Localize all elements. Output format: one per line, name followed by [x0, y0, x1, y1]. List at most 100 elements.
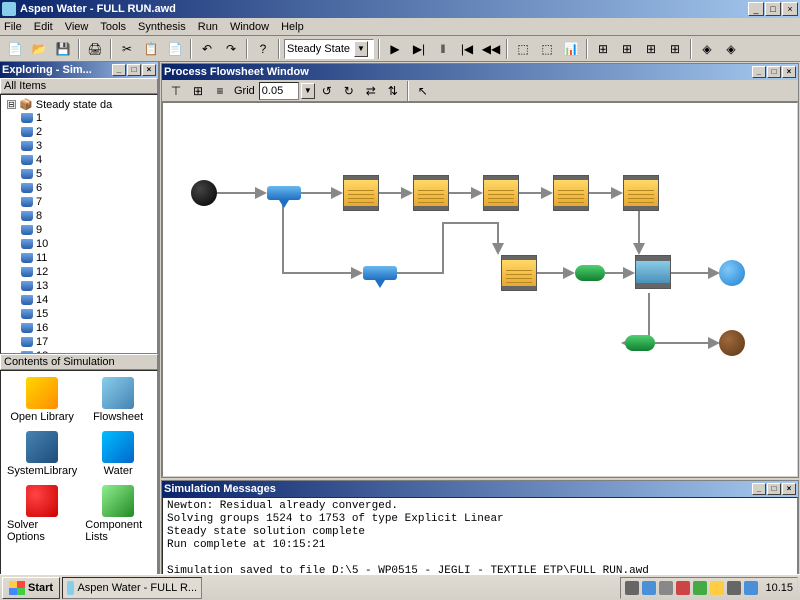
- sink-water[interactable]: [719, 260, 745, 286]
- flowsheet-close[interactable]: ×: [782, 66, 796, 78]
- fs-rotate-l[interactable]: ↺: [317, 81, 337, 101]
- menu-synthesis[interactable]: Synthesis: [138, 21, 186, 33]
- help-button[interactable]: ?: [252, 38, 274, 60]
- tray-icon[interactable]: [642, 581, 656, 595]
- fs-flip-h[interactable]: ⇄: [361, 81, 381, 101]
- paste-button[interactable]: 📄: [164, 38, 186, 60]
- contents-solver-options[interactable]: Solver Options: [5, 483, 79, 545]
- fs-grid-tool[interactable]: ⊞: [188, 81, 208, 101]
- mixer-block-1[interactable]: [267, 186, 301, 200]
- explorer-minimize[interactable]: _: [112, 64, 126, 76]
- tray-icon[interactable]: [625, 581, 639, 595]
- save-button[interactable]: 💾: [52, 38, 74, 60]
- tree-item[interactable]: 5: [3, 167, 155, 181]
- explorer-maximize[interactable]: □: [127, 64, 141, 76]
- flowsheet-maximize[interactable]: □: [767, 66, 781, 78]
- mbr-block[interactable]: [635, 255, 671, 289]
- pump-block-1[interactable]: [575, 265, 605, 281]
- tree-item[interactable]: 2: [3, 125, 155, 139]
- menu-help[interactable]: Help: [281, 21, 304, 33]
- tree-item[interactable]: 3: [3, 139, 155, 153]
- tree-item[interactable]: 14: [3, 293, 155, 307]
- msg-close[interactable]: ×: [782, 483, 796, 495]
- open-button[interactable]: 📂: [28, 38, 50, 60]
- contents-open-library[interactable]: Open Library: [5, 375, 79, 425]
- close-button[interactable]: ×: [782, 2, 798, 16]
- menu-edit[interactable]: Edit: [34, 21, 53, 33]
- view-4[interactable]: ⊞: [664, 38, 686, 60]
- fs-flip-v[interactable]: ⇅: [383, 81, 403, 101]
- tray-icon[interactable]: [710, 581, 724, 595]
- tank-block-6[interactable]: [501, 255, 537, 291]
- tree-root[interactable]: ⊟📦 Steady state da: [3, 97, 155, 111]
- tree-item[interactable]: 4: [3, 153, 155, 167]
- tree-item[interactable]: 10: [3, 237, 155, 251]
- tree-item[interactable]: 15: [3, 307, 155, 321]
- tray-icon[interactable]: [744, 581, 758, 595]
- tree-item[interactable]: 6: [3, 181, 155, 195]
- tank-block-3[interactable]: [483, 175, 519, 211]
- fs-rotate-r[interactable]: ↻: [339, 81, 359, 101]
- run-button[interactable]: ▶: [384, 38, 406, 60]
- explorer-close[interactable]: ×: [142, 64, 156, 76]
- msg-minimize[interactable]: _: [752, 483, 766, 495]
- msg-maximize[interactable]: □: [767, 483, 781, 495]
- menu-file[interactable]: File: [4, 21, 22, 33]
- contents-flowsheet[interactable]: Flowsheet: [83, 375, 153, 425]
- tray-icon[interactable]: [693, 581, 707, 595]
- view-3[interactable]: ⊞: [640, 38, 662, 60]
- tree-item[interactable]: 13: [3, 279, 155, 293]
- fs-align-tool[interactable]: ≡: [210, 81, 230, 101]
- tank-block-2[interactable]: [413, 175, 449, 211]
- tree-item[interactable]: 17: [3, 335, 155, 349]
- redo-button[interactable]: ↷: [220, 38, 242, 60]
- tray-icon[interactable]: [676, 581, 690, 595]
- menu-window[interactable]: Window: [230, 21, 269, 33]
- new-button[interactable]: 📄: [4, 38, 26, 60]
- tray-icon[interactable]: [659, 581, 673, 595]
- tray-icon[interactable]: [727, 581, 741, 595]
- tool-2[interactable]: ⬚: [536, 38, 558, 60]
- contents-component-lists[interactable]: Component Lists: [83, 483, 153, 545]
- cut-button[interactable]: ✂: [116, 38, 138, 60]
- reset-button[interactable]: ◀◀: [480, 38, 502, 60]
- pump-block-2[interactable]: [625, 335, 655, 351]
- tank-block-1[interactable]: [343, 175, 379, 211]
- tool-1[interactable]: ⬚: [512, 38, 534, 60]
- menu-view[interactable]: View: [65, 21, 89, 33]
- flowsheet-canvas[interactable]: [162, 102, 798, 477]
- rewind-button[interactable]: |◀: [456, 38, 478, 60]
- undo-button[interactable]: ↶: [196, 38, 218, 60]
- tree-item[interactable]: 12: [3, 265, 155, 279]
- extra-1[interactable]: ◈: [696, 38, 718, 60]
- start-button[interactable]: Start: [2, 577, 60, 599]
- maximize-button[interactable]: □: [765, 2, 781, 16]
- print-button[interactable]: 🖨: [84, 38, 106, 60]
- grid-input[interactable]: [259, 82, 299, 100]
- pause-button[interactable]: ‖: [432, 38, 454, 60]
- fs-tool-1[interactable]: ⊤: [166, 81, 186, 101]
- sim-msg-text[interactable]: Newton: Residual already converged. Solv…: [162, 497, 798, 579]
- chart-button[interactable]: 📊: [560, 38, 582, 60]
- tank-block-5[interactable]: [623, 175, 659, 211]
- contents-water[interactable]: Water: [83, 429, 153, 479]
- tree-item[interactable]: 8: [3, 209, 155, 223]
- tree-item[interactable]: 1: [3, 111, 155, 125]
- view-2[interactable]: ⊞: [616, 38, 638, 60]
- tree-item[interactable]: 9: [3, 223, 155, 237]
- chevron-down-icon[interactable]: ▼: [301, 83, 315, 99]
- step-button[interactable]: ▶|: [408, 38, 430, 60]
- flowsheet-minimize[interactable]: _: [752, 66, 766, 78]
- extra-2[interactable]: ◈: [720, 38, 742, 60]
- taskbar-app-button[interactable]: Aspen Water - FULL R...: [62, 577, 202, 599]
- menu-tools[interactable]: Tools: [100, 21, 126, 33]
- sink-waste[interactable]: [719, 330, 745, 356]
- menu-run[interactable]: Run: [198, 21, 218, 33]
- tree-item[interactable]: 16: [3, 321, 155, 335]
- tree-item[interactable]: 7: [3, 195, 155, 209]
- mode-dropdown[interactable]: Steady State ▼: [284, 39, 374, 59]
- mixer-block-2[interactable]: [363, 266, 397, 280]
- pointer-tool[interactable]: ↖: [413, 81, 433, 101]
- tree-item[interactable]: 11: [3, 251, 155, 265]
- tank-block-4[interactable]: [553, 175, 589, 211]
